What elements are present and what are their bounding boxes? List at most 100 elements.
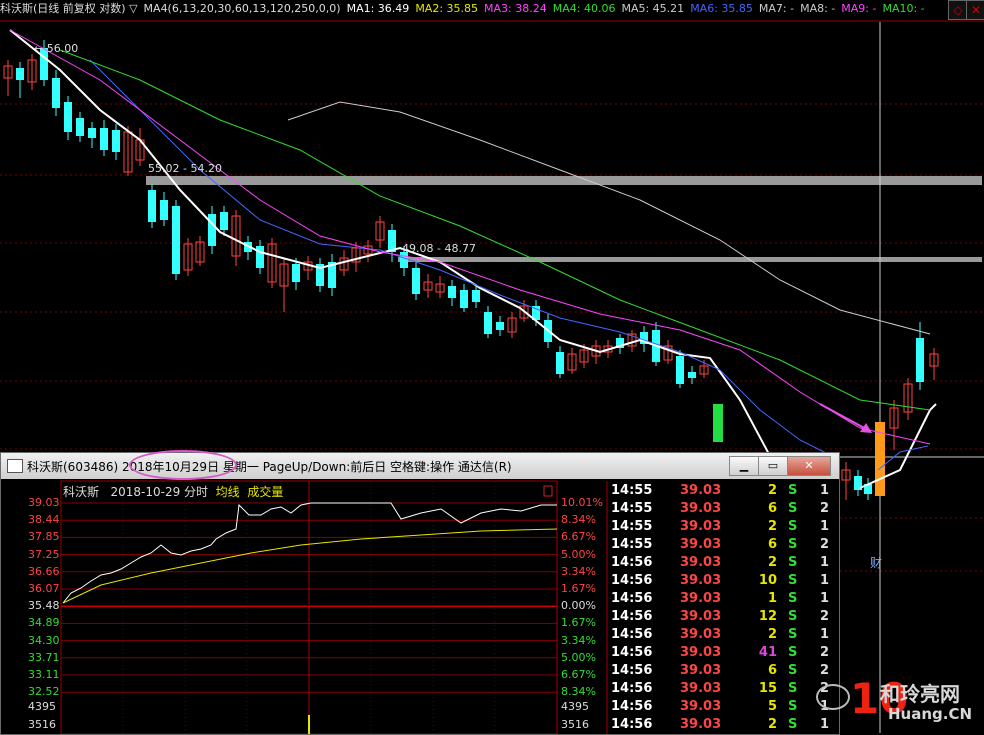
price-axis-label: 33.71 — [28, 650, 60, 664]
tick-price: 39.03 — [680, 573, 722, 588]
band-label-2: 49.08 - 48.77 — [402, 242, 476, 255]
tick-time: 14:56 — [611, 717, 653, 732]
tick-time: 14:56 — [611, 573, 653, 588]
pct-axis-label: 5.00% — [561, 547, 596, 561]
tick-side: S — [788, 501, 798, 516]
price-axis-label: 37.85 — [28, 530, 60, 544]
tick-price: 39.03 — [680, 555, 722, 570]
candle-down — [556, 352, 564, 374]
tick-count: 1 — [820, 555, 830, 570]
ma4-value: MA4: 40.06 — [552, 2, 616, 15]
tick-row: 14:55 39.03 2 S 1 — [608, 519, 839, 537]
band-label-1: 55.02 - 54.20 — [148, 162, 222, 175]
pct-axis-label: 1.67% — [561, 582, 596, 595]
tick-price: 39.03 — [680, 609, 722, 624]
volume-label: 成交量 — [247, 485, 284, 499]
tick-side: S — [788, 627, 798, 642]
tick-volume: 2 — [767, 519, 777, 534]
tick-count: 1 — [820, 519, 830, 534]
candle-down — [676, 356, 684, 384]
pct-axis-label: 10.01% — [561, 496, 603, 509]
chart-date: 2018-10-29 分时 — [110, 485, 209, 499]
price-axis-label: 36.66 — [28, 564, 60, 578]
candle-down — [208, 214, 216, 246]
pct-axis-label: 0.00% — [561, 599, 596, 613]
candle-down — [460, 290, 468, 308]
tick-price: 39.03 — [680, 519, 722, 534]
price-axis-label: 35.48 — [28, 599, 60, 613]
tick-side: S — [788, 537, 798, 552]
tick-price: 39.03 — [680, 537, 722, 552]
close-icon: ✕ — [970, 3, 982, 17]
tick-side: S — [788, 645, 798, 660]
ma1-value: MA1: 36.49 — [346, 2, 410, 15]
tick-volume: 6 — [767, 501, 777, 516]
tick-volume: 6 — [767, 663, 777, 678]
tick-volume: 12 — [758, 609, 777, 624]
tick-price: 39.03 — [680, 591, 722, 606]
stock-name: 科沃斯 — [63, 485, 100, 499]
ma5-value: MA5: 45.21 — [621, 2, 685, 15]
tick-row: 14:56 39.03 1 S 1 — [608, 591, 839, 609]
tick-row: 14:55 39.03 6 S 2 — [608, 501, 839, 519]
resistance-band — [398, 257, 982, 262]
candle-down — [448, 286, 456, 298]
candle-down — [76, 118, 84, 136]
price-axis-label: 37.25 — [28, 547, 60, 561]
tick-side: S — [788, 591, 798, 606]
volume-axis-label: 3516 — [28, 718, 56, 731]
tick-row: 14:56 39.03 12 S 2 — [608, 609, 839, 627]
pct-axis-label: 3.34% — [561, 564, 596, 578]
tick-time: 14:56 — [611, 699, 653, 714]
tick-row: 14:56 39.03 5 S 1 — [608, 699, 839, 717]
price-axis-label: 39.03 — [28, 496, 60, 509]
chart-close-button[interactable]: ✕ — [966, 0, 984, 20]
tick-volume: 10 — [758, 573, 777, 588]
finance-marker[interactable]: 财 — [870, 554, 882, 571]
ma10-value: MA10: - — [882, 2, 925, 15]
tick-side: S — [788, 573, 798, 588]
tick-time: 14:56 — [611, 591, 653, 606]
tick-count: 2 — [820, 501, 830, 516]
minute-chart-header: 科沃斯 2018-10-29 分时 均线 成交量 — [63, 483, 283, 500]
intraday-popup-window[interactable]: 科沃斯(603486) 2018年10月29日 星期一 PageUp/Down:… — [0, 450, 840, 735]
tick-price: 39.03 — [680, 699, 722, 714]
tick-price: 39.03 — [680, 663, 722, 678]
tick-time: 14:56 — [611, 681, 653, 696]
stock-info[interactable]: 科沃斯(日线 前复权 对数) ▽ — [0, 2, 138, 15]
volume-axis-label: 4395 — [28, 700, 56, 713]
candle-down — [496, 322, 504, 330]
ma2-value: MA2: 35.85 — [415, 2, 479, 15]
candle-down — [472, 290, 480, 302]
ma-indicator-bar: 科沃斯(日线 前复权 对数) ▽ MA4(6,13,20,30,60,13,120… — [0, 0, 984, 22]
tick-row: 14:55 39.03 6 S 2 — [608, 537, 839, 555]
tick-time: 14:56 — [611, 663, 653, 678]
tick-volume: 2 — [767, 483, 777, 498]
ma3-line — [9, 29, 931, 445]
tick-row: 14:56 39.03 10 S 1 — [608, 573, 839, 591]
tick-side: S — [788, 681, 798, 696]
high-price-label: ← 56.00 — [34, 42, 78, 55]
tick-side: S — [788, 555, 798, 570]
pct-axis-label: 8.34% — [561, 513, 596, 527]
tick-volume: 2 — [767, 555, 777, 570]
candle-down — [172, 206, 180, 274]
tick-side: S — [788, 699, 798, 714]
tick-side: S — [788, 663, 798, 678]
ma-params: MA4(6,13,20,30,60,13,120,250,0,0) — [143, 2, 341, 15]
tick-volume: 15 — [758, 681, 777, 696]
ma7-value: MA7: - — [758, 2, 795, 15]
candle-down — [688, 372, 696, 378]
candle-down — [112, 130, 120, 152]
tick-row: 14:56 39.03 6 S 2 — [608, 663, 839, 681]
tick-time: 14:56 — [611, 645, 653, 660]
ma5-line — [287, 101, 931, 335]
chart-max-button[interactable]: ◇ — [948, 0, 968, 20]
tick-time: 14:55 — [611, 537, 653, 552]
pct-axis-label: 8.34% — [561, 685, 596, 699]
tick-row: 14:56 39.03 2 S 1 — [608, 627, 839, 645]
tick-time: 14:56 — [611, 627, 653, 642]
wechat-icon — [816, 684, 850, 710]
pct-axis-label: 6.67% — [561, 530, 596, 544]
candle-down — [412, 268, 420, 294]
